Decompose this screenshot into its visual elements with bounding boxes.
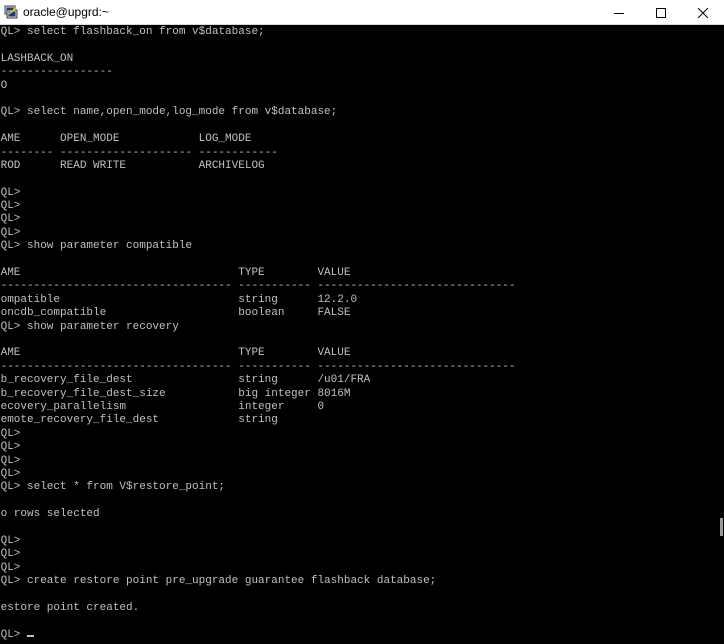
terminal-line: ------------------------------------ ---…: [0, 360, 516, 373]
terminal-line: NO: [0, 79, 8, 92]
terminal-line: db_recovery_file_dest string /u01/FRA: [0, 374, 371, 387]
terminal-line: SQL>: [0, 427, 21, 440]
terminal-line: ------------------: [0, 66, 113, 79]
terminal-line: PROD READ WRITE ARCHIVELOG: [0, 159, 265, 172]
terminal-line: SQL> select name,open_mode,log_mode from…: [0, 106, 338, 119]
text-cursor: [27, 634, 35, 637]
minimize-button[interactable]: [598, 0, 640, 25]
window-title: oracle@upgrd:~: [23, 5, 109, 19]
maximize-icon: [656, 7, 666, 18]
terminal-line: SQL> show parameter compatible: [0, 240, 193, 253]
terminal-line: noncdb_compatible boolean FALSE: [0, 307, 351, 320]
terminal-output[interactable]: SQL> select flashback_on from v$database…: [0, 26, 718, 644]
terminal-line: SQL> select * from V$restore_point;: [0, 481, 226, 494]
terminal-line: NAME OPEN_MODE LOG_MODE: [0, 133, 252, 146]
maximize-button[interactable]: [640, 0, 682, 25]
terminal-line: SQL>: [0, 441, 21, 454]
terminal-line: ------------------------------------ ---…: [0, 280, 516, 293]
title-bar[interactable]: oracle@upgrd:~: [0, 0, 724, 25]
terminal-line: recovery_parallelism integer 0: [0, 400, 325, 413]
terminal-window: oracle@upgrd:~ SQL> select flashback_on …: [0, 0, 724, 644]
minimize-icon: [614, 12, 624, 14]
terminal-line: FLASHBACK_ON: [0, 52, 74, 65]
terminal-line: SQL>: [0, 548, 21, 561]
close-button[interactable]: [682, 0, 724, 25]
terminal-line: SQL> select flashback_on from v$database…: [0, 26, 265, 38]
terminal-line: SQL>: [0, 186, 21, 199]
terminal-line: no rows selected: [0, 508, 100, 521]
terminal-line: SQL> show parameter recovery: [0, 320, 179, 333]
terminal-line: Restore point created.: [0, 601, 140, 614]
scrollbar-thumb[interactable]: [720, 518, 723, 536]
terminal-line: db_recovery_file_dest_size big integer 8…: [0, 387, 351, 400]
terminal-line: remote_recovery_file_dest string: [0, 414, 278, 427]
terminal-line: compatible string 12.2.0: [0, 293, 358, 306]
terminal-line: SQL> create restore point pre_upgrade gu…: [0, 575, 437, 588]
terminal-line: NAME TYPE VALUE: [0, 347, 351, 360]
window-controls: [598, 0, 724, 25]
putty-terminal-icon[interactable]: [4, 5, 18, 19]
terminal-line: NAME TYPE VALUE: [0, 267, 351, 280]
terminal-line: SQL>: [0, 454, 21, 467]
terminal-line: SQL>: [0, 213, 21, 226]
terminal-line: SQL>: [0, 226, 21, 239]
terminal-line: SQL>: [0, 561, 21, 574]
terminal-line: --------- -------------------- ---------…: [0, 146, 278, 159]
terminal-line: SQL>: [0, 534, 21, 547]
terminal-line: SQL>: [0, 629, 712, 642]
vertical-scrollbar[interactable]: [719, 26, 724, 644]
close-icon: [698, 7, 708, 18]
terminal-line: SQL>: [0, 467, 21, 480]
terminal-line: SQL>: [0, 200, 21, 213]
